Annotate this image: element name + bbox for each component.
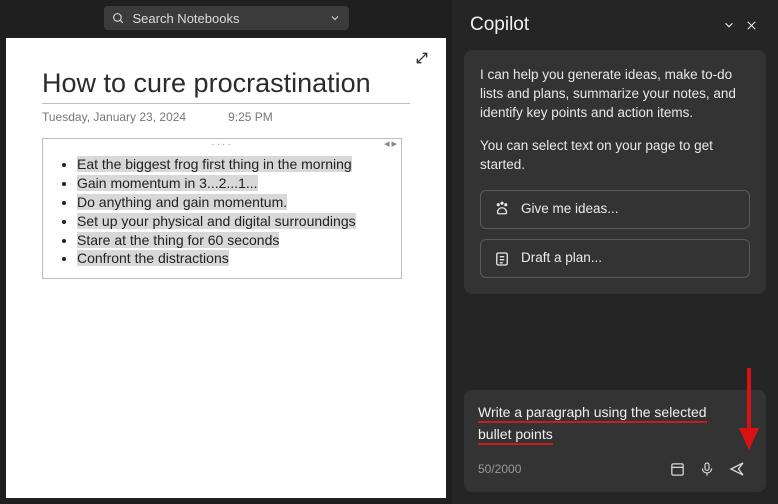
send-button[interactable] — [722, 456, 752, 482]
list-item[interactable]: Stare at the thing for 60 seconds — [77, 231, 391, 250]
copilot-title: Copilot — [470, 14, 718, 36]
copilot-header: Copilot — [452, 0, 778, 50]
list-item[interactable]: Eat the biggest frog first thing in the … — [77, 155, 391, 174]
copilot-welcome-card: I can help you generate ideas, make to-d… — [464, 50, 766, 294]
collapse-button[interactable] — [718, 18, 740, 32]
list-item[interactable]: Set up your physical and digital surroun… — [77, 212, 391, 231]
note-text-container[interactable]: ····◂▸ Eat the biggest frog first thing … — [42, 138, 402, 279]
microphone-button[interactable] — [692, 456, 722, 482]
close-button[interactable] — [740, 19, 762, 32]
input-footer: 50/2000 — [478, 456, 752, 482]
list-item[interactable]: Gain momentum in 3...2...1... — [77, 174, 391, 193]
draft-a-plan-button[interactable]: Draft a plan... — [480, 239, 750, 278]
prompt-input[interactable]: Write a paragraph using the selected bul… — [478, 402, 752, 446]
note-page[interactable]: How to cure procrastination Tuesday, Jan… — [6, 38, 446, 498]
expand-icon[interactable] — [414, 50, 430, 71]
copilot-panel: Copilot I can help you generate ideas, m… — [452, 0, 778, 504]
plan-icon — [493, 250, 511, 268]
bullet-list[interactable]: Eat the biggest frog first thing in the … — [43, 149, 401, 278]
note-title[interactable]: How to cure procrastination — [42, 68, 410, 99]
char-count: 50/2000 — [478, 462, 662, 476]
give-me-ideas-button[interactable]: Give me ideas... — [480, 190, 750, 229]
note-meta: Tuesday, January 23, 2024 9:25 PM — [42, 110, 410, 124]
list-item[interactable]: Do anything and gain momentum. — [77, 193, 391, 212]
list-item[interactable]: Confront the distractions — [77, 249, 391, 268]
container-grip[interactable]: ····◂▸ — [43, 139, 401, 149]
note-date: Tuesday, January 23, 2024 — [42, 110, 186, 124]
note-time: 9:25 PM — [228, 110, 273, 124]
copilot-input-area[interactable]: Write a paragraph using the selected bul… — [464, 390, 766, 492]
resize-handle-icon[interactable]: ◂▸ — [384, 137, 399, 150]
ideas-icon — [493, 201, 511, 219]
plan-label: Draft a plan... — [521, 249, 602, 268]
copilot-intro-text: I can help you generate ideas, make to-d… — [480, 66, 750, 123]
note-editor-panel: Search Notebooks How to cure procrastina… — [0, 0, 452, 504]
search-placeholder: Search Notebooks — [133, 11, 329, 26]
title-divider — [42, 103, 410, 104]
chevron-down-icon[interactable] — [329, 12, 341, 24]
search-notebooks[interactable]: Search Notebooks — [104, 6, 349, 30]
prompt-guide-button[interactable] — [662, 456, 692, 482]
search-icon — [112, 12, 125, 25]
copilot-hint-text: You can select text on your page to get … — [480, 137, 750, 175]
ideas-label: Give me ideas... — [521, 200, 619, 219]
